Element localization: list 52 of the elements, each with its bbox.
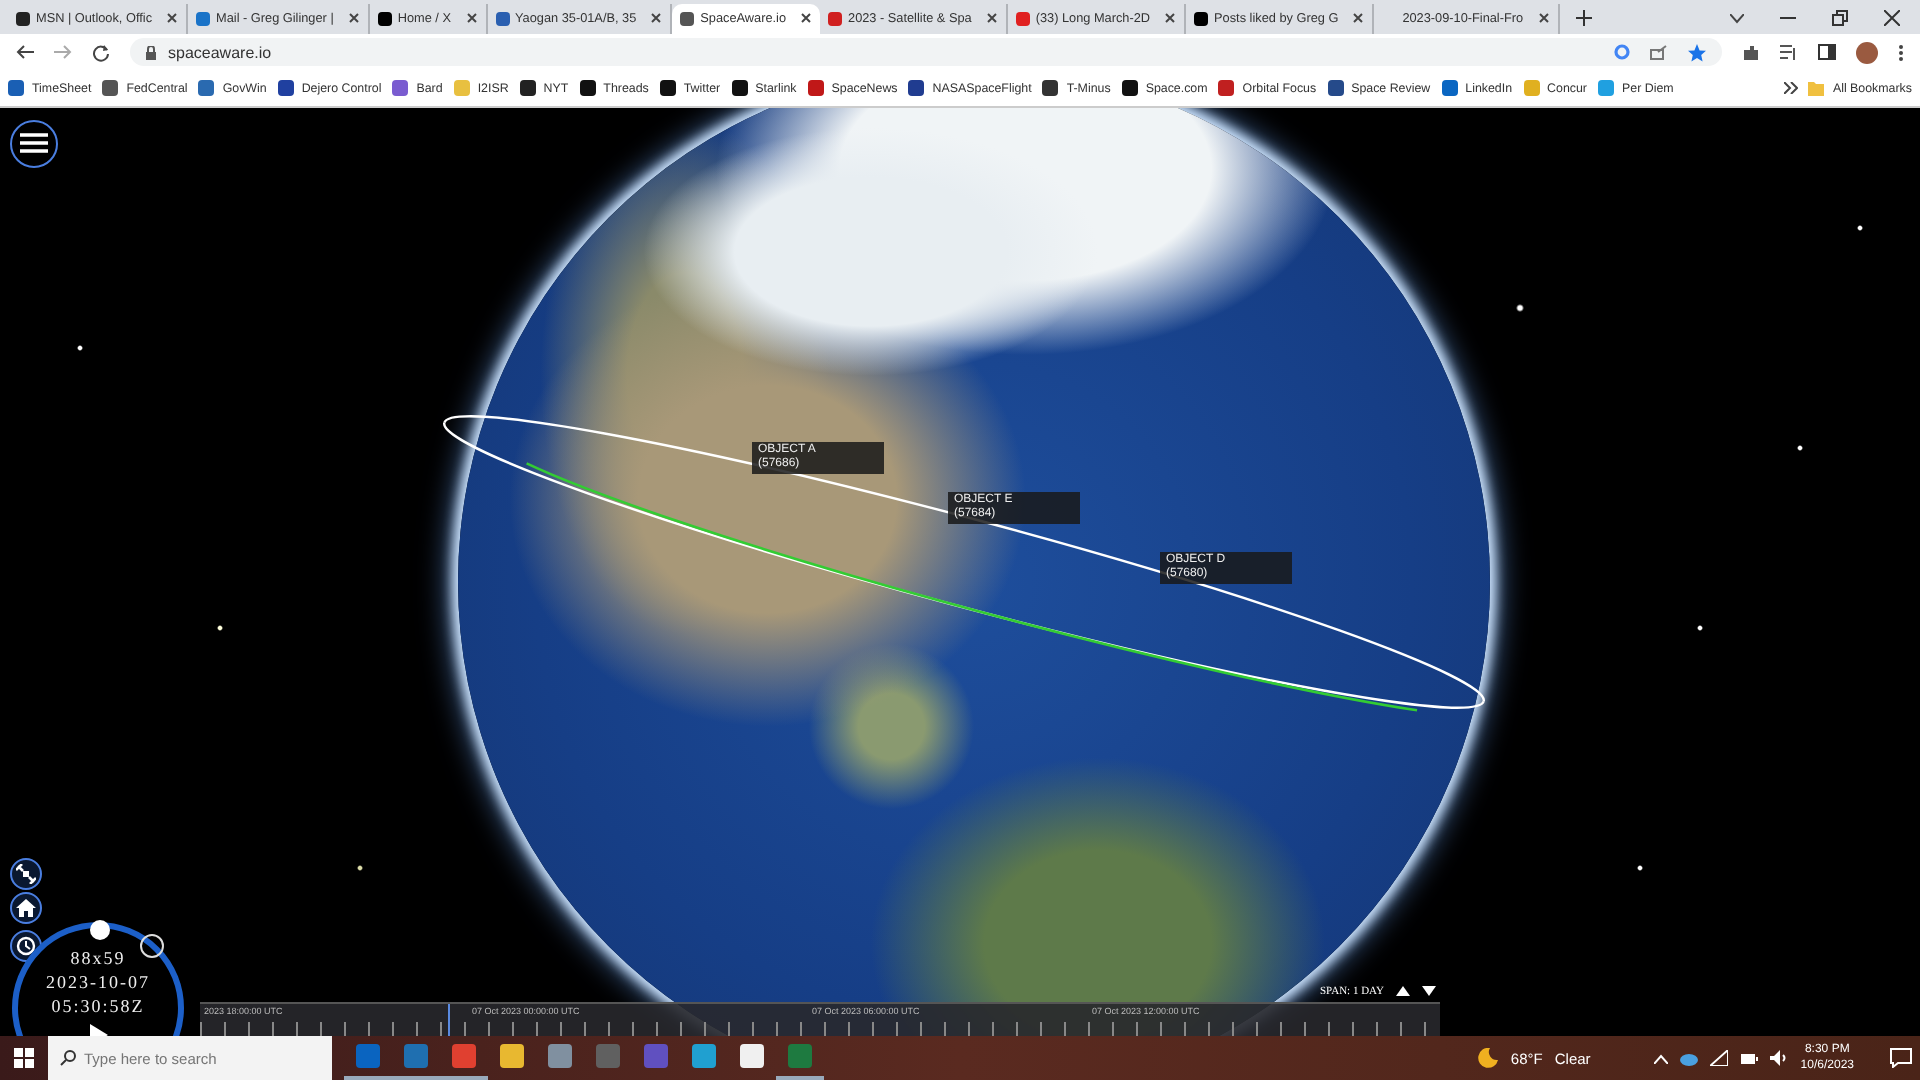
chevron-double-icon[interactable]	[1783, 82, 1798, 95]
chevron-down-icon[interactable]	[1730, 13, 1744, 24]
restore-icon[interactable]	[1832, 10, 1848, 27]
home-icon	[16, 897, 36, 918]
more-icon[interactable]	[1898, 43, 1904, 62]
close-icon[interactable]	[347, 12, 360, 25]
close-icon[interactable]	[1537, 12, 1550, 25]
reading-list-icon[interactable]	[1780, 44, 1798, 61]
dial-date: 2023-10-07	[46, 969, 150, 994]
star-icon[interactable]	[1688, 43, 1706, 62]
time-dial[interactable]: 88x59 2023-10-07 05:30:58Z	[12, 921, 184, 1037]
close-icon[interactable]	[1352, 12, 1365, 25]
url-text[interactable]: spaceaware.io	[168, 43, 272, 62]
battery-icon[interactable]	[1740, 1051, 1759, 1066]
chevron-up-icon[interactable]	[1654, 1053, 1669, 1064]
google-icon[interactable]	[1614, 44, 1630, 61]
clock-icon	[16, 935, 36, 956]
satellite-button[interactable]	[10, 857, 42, 890]
moon-icon	[1478, 1048, 1499, 1069]
lock-icon	[146, 45, 156, 60]
dial-handle[interactable]	[90, 919, 110, 940]
dial-time: 05:30:58Z	[51, 993, 145, 1018]
home-button[interactable]	[10, 891, 42, 924]
close-icon[interactable]	[650, 12, 663, 25]
new-tab-icon[interactable]	[1575, 10, 1592, 27]
back-arrow-icon[interactable]	[16, 44, 34, 61]
dial-size-text: 88x59	[70, 945, 126, 970]
close-icon[interactable]	[465, 12, 477, 25]
search-icon	[60, 1050, 76, 1067]
satellite-icon	[16, 863, 36, 884]
close-icon[interactable]	[166, 12, 179, 25]
share-icon[interactable]	[1650, 44, 1668, 61]
close-icon[interactable]	[985, 12, 998, 25]
menu-icon[interactable]	[20, 132, 48, 155]
folder-icon	[1808, 80, 1825, 97]
close-icon[interactable]	[1164, 12, 1177, 25]
up-arrow-icon[interactable]	[1396, 986, 1410, 997]
speaker-icon[interactable]	[1770, 1050, 1789, 1067]
side-panel-icon[interactable]	[1818, 44, 1836, 61]
network-icon[interactable]	[1710, 1050, 1729, 1067]
address-bar[interactable]: spaceaware.io	[130, 38, 1722, 67]
profile-avatar[interactable]	[1856, 41, 1878, 64]
down-arrow-icon[interactable]	[1422, 986, 1436, 997]
close-icon[interactable]	[1884, 10, 1900, 27]
notification-icon[interactable]	[1890, 1048, 1912, 1069]
close-icon[interactable]	[800, 12, 813, 25]
dial-ring-handle[interactable]	[140, 933, 164, 958]
timeline-cursor[interactable]	[448, 1003, 450, 1037]
reload-icon[interactable]	[92, 43, 110, 62]
windows-start-icon[interactable]	[14, 1048, 34, 1069]
menu-button[interactable]	[10, 119, 58, 168]
cloud-icon[interactable]	[1680, 1051, 1699, 1066]
